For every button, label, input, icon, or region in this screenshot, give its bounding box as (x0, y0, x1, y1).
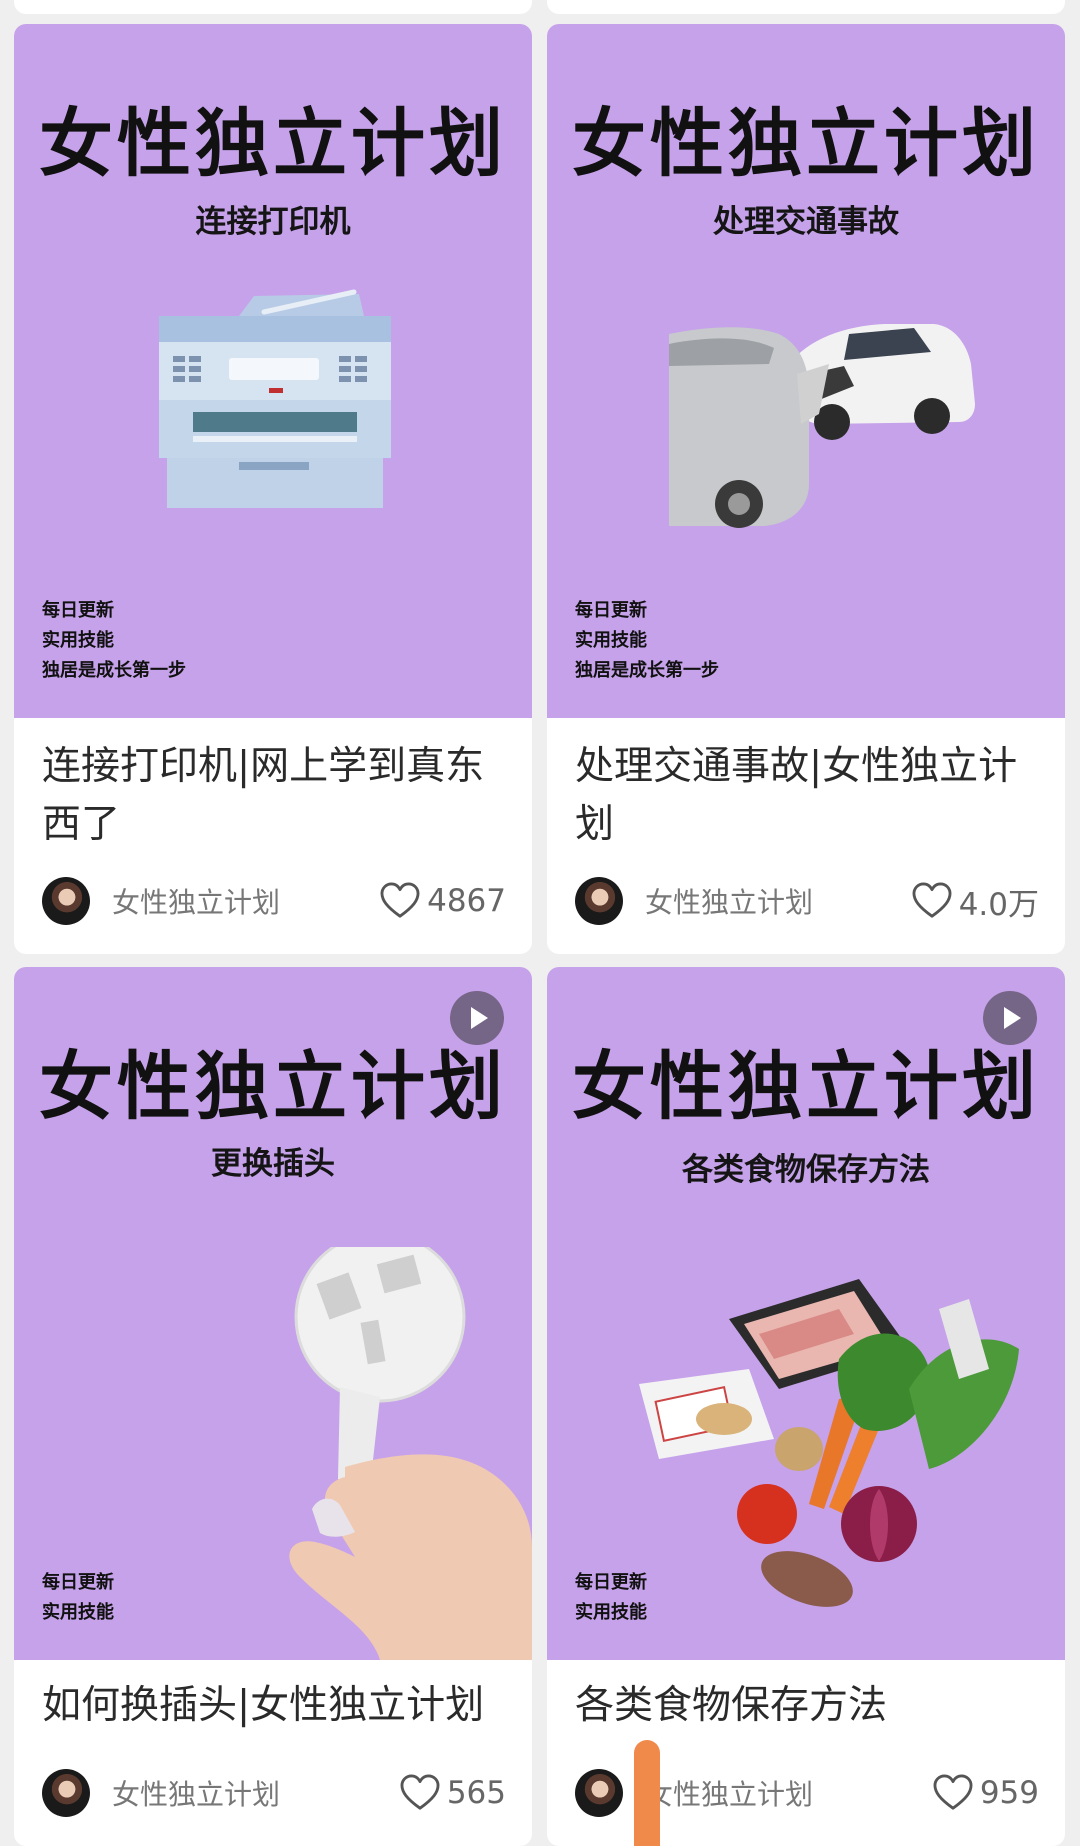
note-card[interactable]: 女性独立计划 各类食物保存方法 每日更新 实用技能 各类食物保存方法 女性独立计… (547, 967, 1065, 1846)
previous-card-edge (14, 0, 532, 14)
heart-icon (380, 882, 420, 918)
like-count: 4867 (427, 883, 506, 919)
avatar[interactable] (575, 1769, 623, 1817)
note-card[interactable]: 女性独立计划 连接打印机 每日更新 实用技能 独居是成长第一步 连接打印机|网上… (14, 24, 532, 954)
cover-subtitle: 各类食物保存方法 (682, 1152, 930, 1188)
printer-icon (159, 289, 391, 508)
like-count: 4.0万 (958, 886, 1039, 923)
like-count: 959 (979, 1775, 1039, 1811)
cover-tags: 每日更新 实用技能 独居是成长第一步 (575, 596, 719, 686)
touch-indicator (634, 1740, 660, 1846)
like-button[interactable]: 4.0万 (911, 879, 1039, 924)
car-crash-icon (669, 304, 979, 534)
tag-text: 实用技能 (575, 1602, 647, 1623)
author-name[interactable]: 女性独立计划 (645, 881, 911, 921)
groceries-icon (639, 1279, 1019, 1607)
like-button[interactable]: 565 (399, 1774, 506, 1812)
tag-text: 实用技能 (42, 630, 114, 651)
tag-text: 独居是成长第一步 (575, 660, 719, 681)
tag-text: 实用技能 (575, 630, 647, 651)
heart-icon (933, 1774, 973, 1810)
avatar[interactable] (575, 877, 623, 925)
plug-icon (289, 1247, 532, 1660)
cover-image[interactable]: 女性独立计划 处理交通事故 每日更新 实用技能 独居是成长第一步 (547, 24, 1065, 718)
tag-text: 每日更新 (42, 600, 114, 621)
cover-subtitle: 连接打印机 (195, 204, 351, 240)
cover-tags: 每日更新 实用技能 (42, 1568, 114, 1628)
previous-card-edge (547, 0, 1065, 14)
cover-subtitle: 更换插头 (211, 1146, 335, 1182)
tag-text: 每日更新 (42, 1572, 114, 1593)
like-button[interactable]: 959 (932, 1774, 1039, 1812)
post-title[interactable]: 处理交通事故|女性独立计划 (575, 738, 1041, 854)
cover-title: 女性独立计划 (572, 1044, 1040, 1130)
avatar[interactable] (42, 1769, 90, 1817)
cover-tags: 每日更新 实用技能 独居是成长第一步 (42, 596, 186, 686)
heart-icon (912, 882, 952, 918)
author-name[interactable]: 女性独立计划 (112, 881, 379, 921)
post-title[interactable]: 各类食物保存方法 (575, 1677, 1041, 1735)
note-feed: 女性独立计划 连接打印机 每日更新 实用技能 独居是成长第一步 连接打印机|网上… (0, 0, 1080, 1846)
heart-icon (400, 1774, 440, 1810)
avatar[interactable] (42, 877, 90, 925)
cover-image[interactable]: 女性独立计划 连接打印机 每日更新 实用技能 独居是成长第一步 (14, 24, 532, 718)
tag-text: 实用技能 (42, 1602, 114, 1623)
tag-text: 独居是成长第一步 (42, 660, 186, 681)
post-meta: 女性独立计划 4.0万 (575, 876, 1039, 926)
author-name[interactable]: 女性独立计划 (112, 1773, 399, 1813)
cover-tags: 每日更新 实用技能 (575, 1568, 647, 1628)
cover-image[interactable]: 女性独立计划 更换插头 每日更新 实用技能 (14, 967, 532, 1660)
author-name[interactable]: 女性独立计划 (645, 1773, 932, 1813)
like-button[interactable]: 4867 (379, 882, 506, 920)
post-title[interactable]: 连接打印机|网上学到真东西了 (42, 738, 508, 854)
post-meta: 女性独立计划 565 (42, 1768, 506, 1818)
cover-title: 女性独立计划 (572, 101, 1040, 187)
note-card[interactable]: 女性独立计划 处理交通事故 每日更新 实用技能 独居是成长第一步 处理交通事故|… (547, 24, 1065, 954)
post-meta: 女性独立计划 4867 (42, 876, 506, 926)
tag-text: 每日更新 (575, 1572, 647, 1593)
tag-text: 每日更新 (575, 600, 647, 621)
note-card[interactable]: 女性独立计划 更换插头 每日更新 实用技能 如何换插头|女性独立计划 女性独立计… (14, 967, 532, 1846)
like-count: 565 (446, 1775, 506, 1811)
cover-title: 女性独立计划 (39, 101, 507, 187)
cover-title: 女性独立计划 (39, 1044, 507, 1130)
cover-subtitle: 处理交通事故 (713, 204, 899, 240)
post-title[interactable]: 如何换插头|女性独立计划 (42, 1677, 508, 1735)
cover-image[interactable]: 女性独立计划 各类食物保存方法 每日更新 实用技能 (547, 967, 1065, 1660)
